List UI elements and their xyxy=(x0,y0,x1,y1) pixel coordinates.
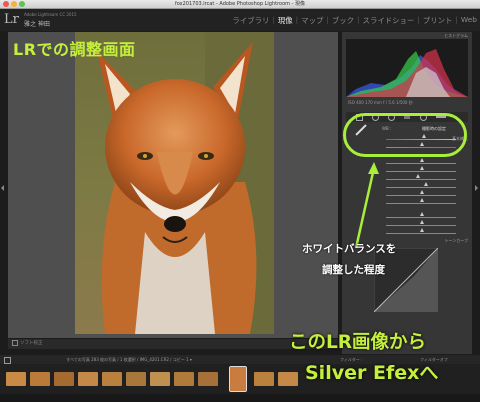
module-print[interactable]: プリント xyxy=(422,15,454,26)
filmstrip-thumbnail[interactable] xyxy=(126,372,146,386)
soft-proof-checkbox[interactable] xyxy=(12,339,18,346)
filmstrip-thumbnail[interactable] xyxy=(6,372,26,386)
annotation-export-line1: このLR画像から xyxy=(289,332,427,353)
filmstrip-thumbnail-selected[interactable] xyxy=(229,366,247,392)
filmstrip-thumbnail[interactable] xyxy=(150,372,170,386)
filmstrip-thumbnail[interactable] xyxy=(174,372,194,386)
filmstrip-source-info[interactable]: すべての写真 283 枚の写真 / 1 枚選択 / IMG_4201.CR2 /… xyxy=(66,357,192,362)
module-library[interactable]: ライブラリ xyxy=(231,15,270,26)
module-book[interactable]: ブック xyxy=(331,15,355,26)
annotation-wb-line2: 調整した程度 xyxy=(322,264,385,276)
filmstrip-thumbnail[interactable] xyxy=(102,372,122,386)
module-develop[interactable]: 現像 xyxy=(277,15,294,26)
wb-highlight-ring xyxy=(343,113,467,157)
tone-curve-header[interactable]: トーンカーブ xyxy=(444,238,468,244)
right-panel-toggle-icon[interactable] xyxy=(475,185,478,191)
bottom-edge xyxy=(0,394,480,402)
module-web[interactable]: Web xyxy=(460,15,478,26)
histogram-chart xyxy=(346,39,468,97)
filmstrip-thumbnail[interactable] xyxy=(198,372,218,386)
identity-plate: 雅之 神田 xyxy=(24,21,50,28)
filmstrip-thumbnail[interactable] xyxy=(254,372,274,386)
grid-view-icon[interactable] xyxy=(4,356,11,364)
lightroom-logo: Lr xyxy=(4,12,19,27)
annotation-wb-line1: ホワイトバランスを xyxy=(302,243,397,255)
fox-photo[interactable] xyxy=(75,32,274,334)
tone-curve-graph[interactable] xyxy=(374,248,438,312)
filmstrip-thumbnail[interactable] xyxy=(54,372,74,386)
annotation-export-line2: Silver Efexへ xyxy=(305,362,439,384)
soft-proof-label: ソフト校正 xyxy=(20,341,43,346)
module-picker: ライブラリ | 現像 | マップ | ブック | スライドショー | プリント | Web xyxy=(231,15,478,26)
module-map[interactable]: マップ xyxy=(300,15,324,26)
left-panel-toggle-icon[interactable] xyxy=(1,185,4,191)
filmstrip-thumbnail[interactable] xyxy=(30,372,50,386)
module-slideshow[interactable]: スライドショー xyxy=(362,15,416,26)
annotation-arrow xyxy=(354,162,379,249)
filmstrip-thumbnail[interactable] xyxy=(278,372,298,386)
product-name: Adobe Lightroom CC 2015 xyxy=(24,12,77,17)
camera-readout: ISO 400 170 mm f / 5.6 1/500 秒 xyxy=(348,100,413,105)
filmstrip-thumbnail[interactable] xyxy=(78,372,98,386)
window-title: fox201703.lrcat - Adobe Photoshop Lightr… xyxy=(174,1,306,7)
window-titlebar: fox201703.lrcat - Adobe Photoshop Lightr… xyxy=(0,0,480,9)
module-bar: Lr Adobe Lightroom CC 2015 雅之 神田 ライブラリ | … xyxy=(0,9,480,31)
annotation-title: LRでの調整画面 xyxy=(13,40,136,59)
